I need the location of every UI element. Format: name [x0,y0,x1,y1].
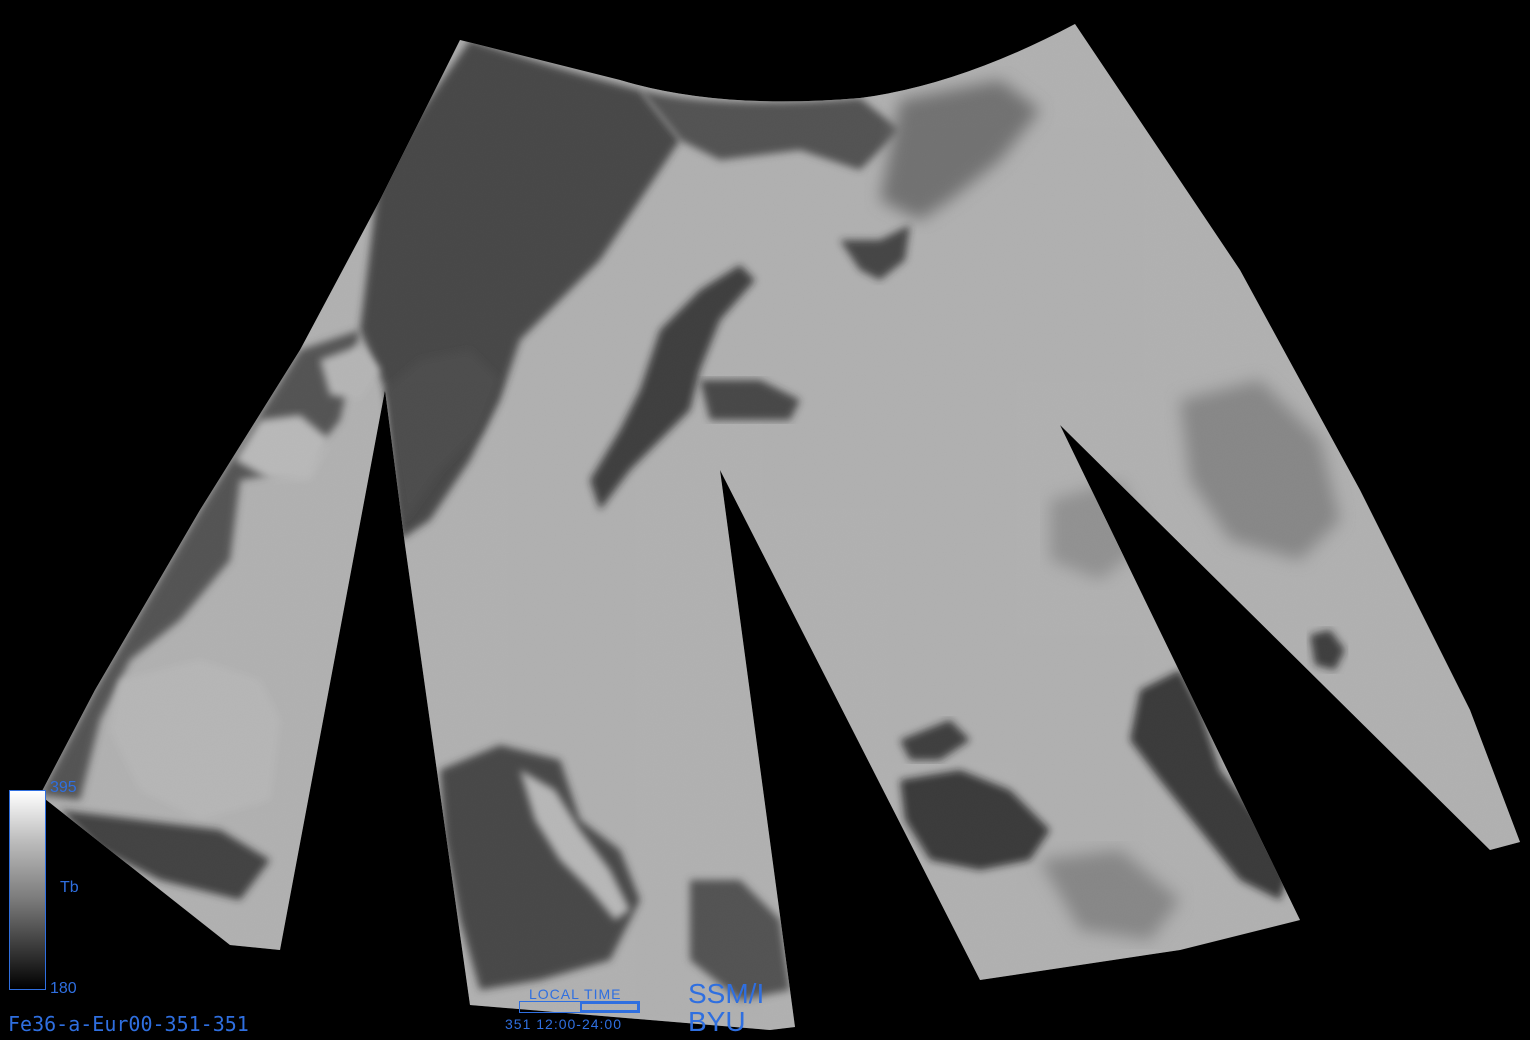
colorbar-max-label: 395 [50,779,77,796]
local-time-bar [519,1001,640,1013]
local-time-bar-fill [579,1002,639,1012]
organization-label: BYU [688,1006,746,1037]
file-identifier: Fe36-a-Eur00-351-351 [8,1012,249,1036]
local-time-title: LOCAL TIME [529,986,622,1002]
local-time-caption: 351 12:00-24:00 [505,1016,622,1032]
brightness-colorbar [9,790,46,990]
sensor-label: SSM/I [688,978,765,1009]
colorbar-min-label: 180 [50,980,77,997]
colorbar-unit-label: Tb [60,879,79,896]
swath-map [40,24,1520,1030]
